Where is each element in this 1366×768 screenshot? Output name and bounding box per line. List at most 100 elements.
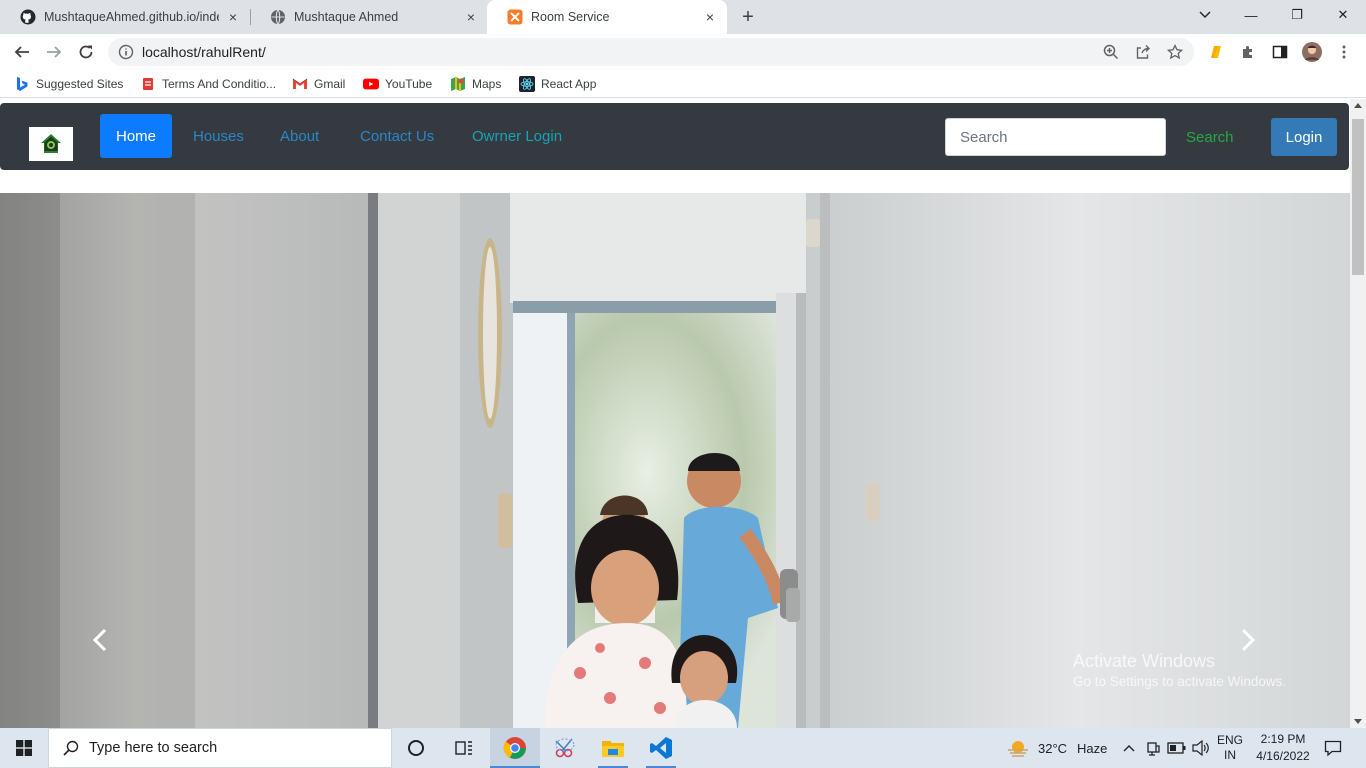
tab-title: MushtaqueAhmed.github.io/inde: [44, 10, 219, 24]
profile-avatar[interactable]: [1302, 42, 1322, 62]
browser-toolbar: localhost/rahulRent/: [0, 34, 1366, 70]
close-window-button[interactable]: ✕: [1320, 0, 1366, 30]
battery-icon[interactable]: [1166, 728, 1188, 768]
tab-title: Mushtaque Ahmed: [294, 10, 399, 24]
side-panel-icon[interactable]: [1272, 44, 1288, 60]
carousel-prev-arrow-icon[interactable]: [90, 625, 110, 655]
bookmark-suggested-sites[interactable]: Suggested Sites: [14, 75, 123, 93]
taskbar-chrome-icon[interactable]: [490, 728, 540, 768]
minimize-button[interactable]: —: [1228, 0, 1274, 30]
bookmark-maps[interactable]: Maps: [450, 75, 501, 93]
bookmark-gmail[interactable]: Gmail: [292, 75, 345, 93]
back-button[interactable]: [10, 40, 34, 64]
activate-windows-watermark: Activate Windows Go to Settings to activ…: [1073, 650, 1286, 692]
url-text: localhost/rahulRent/: [142, 44, 266, 60]
browser-tab-github[interactable]: MushtaqueAhmed.github.io/inde ×: [0, 0, 250, 34]
watermark-subtitle: Go to Settings to activate Windows.: [1073, 674, 1287, 689]
weather-haze-icon: [1006, 738, 1030, 758]
gmail-icon: [292, 76, 308, 92]
bookmark-label: YouTube: [385, 77, 433, 91]
weather-condition: Haze: [1077, 740, 1108, 756]
address-bar[interactable]: localhost/rahulRent/: [108, 38, 1194, 66]
taskbar-clock[interactable]: 2:19 PM 4/16/2022: [1250, 728, 1316, 768]
weather-temp: 32°C: [1038, 740, 1068, 756]
page-viewport: Home Houses About Contact Us Owrner Logi…: [0, 99, 1350, 728]
extensions-puzzle-icon[interactable]: [1240, 44, 1256, 60]
notifications-icon[interactable]: [1322, 728, 1344, 768]
nav-home-link[interactable]: Home: [100, 114, 173, 158]
lang-code: ENG: [1216, 733, 1243, 747]
hero-image-family-entering-home: [0, 193, 1350, 728]
clock-time: 2:19 PM: [1260, 732, 1306, 746]
scroll-up-arrow-icon[interactable]: [1354, 103, 1362, 108]
tray-overflow-chevron-icon[interactable]: [1120, 728, 1138, 768]
bookmark-label: React App: [541, 77, 597, 91]
taskbar-vscode-icon[interactable]: [638, 728, 684, 768]
scrollbar-thumb[interactable]: [1352, 119, 1364, 275]
browser-tab-strip: MushtaqueAhmed.github.io/inde × Mushtaqu…: [0, 0, 1366, 34]
maps-icon: [450, 76, 466, 92]
reload-button[interactable]: [74, 40, 98, 64]
browser-tab-room-service[interactable]: Room Service ×: [487, 0, 727, 34]
login-button[interactable]: Login: [1271, 118, 1337, 156]
page-scrollbar[interactable]: [1350, 99, 1366, 728]
windows-taskbar: Type here to search 32°C Haze ENG IN 2:1…: [0, 728, 1366, 768]
bookmark-star-icon[interactable]: [1167, 44, 1183, 60]
tab-search-chevron-icon[interactable]: [1182, 0, 1228, 30]
browser-menu-icon[interactable]: [1336, 44, 1352, 60]
bookmark-label: Maps: [472, 77, 502, 91]
share-icon[interactable]: [1135, 44, 1151, 60]
site-search-input[interactable]: [945, 118, 1166, 156]
new-tab-button[interactable]: +: [738, 7, 758, 27]
bookmark-label: Suggested Sites: [36, 77, 124, 91]
extension-badge-icon[interactable]: [1207, 44, 1223, 60]
browser-tab-mushtaque[interactable]: Mushtaque Ahmed ×: [250, 0, 488, 34]
nav-contact-link[interactable]: Contact Us: [344, 114, 450, 158]
page-icon: [140, 76, 156, 92]
network-icon[interactable]: [1144, 728, 1162, 768]
bookmark-terms[interactable]: Terms And Conditio...: [140, 75, 276, 93]
github-icon: [20, 9, 36, 25]
task-view-icon[interactable]: [444, 728, 484, 768]
close-tab-icon[interactable]: ×: [464, 10, 478, 24]
site-logo[interactable]: [29, 127, 73, 161]
taskbar-file-explorer-icon[interactable]: [590, 728, 636, 768]
house-logo-icon: [41, 134, 61, 153]
input-language-indicator[interactable]: ENG IN: [1216, 728, 1244, 768]
bookmarks-bar: Suggested Sites Terms And Conditio... Gm…: [0, 70, 1366, 98]
bookmark-react-app[interactable]: React App: [519, 75, 596, 93]
watermark-title: Activate Windows: [1073, 651, 1216, 671]
nav-houses-link[interactable]: Houses: [177, 114, 260, 158]
taskbar-search-box[interactable]: Type here to search: [48, 728, 392, 768]
nav-about-link[interactable]: About: [264, 114, 335, 158]
search-button[interactable]: Search: [1176, 118, 1260, 156]
site-info-icon[interactable]: [118, 44, 134, 60]
nav-owner-login-link[interactable]: Owrner Login: [456, 114, 578, 158]
site-navbar: Home Houses About Contact Us Owrner Logi…: [0, 103, 1349, 170]
zoom-icon[interactable]: [1103, 44, 1119, 60]
windows-start-icon[interactable]: [0, 728, 48, 768]
scroll-down-arrow-icon[interactable]: [1354, 719, 1362, 724]
lang-region: IN: [1224, 748, 1236, 762]
tab-title: Room Service: [531, 10, 610, 24]
restore-button[interactable]: ❐: [1274, 0, 1320, 30]
close-tab-icon[interactable]: ×: [226, 10, 240, 24]
taskbar-search-placeholder: Type here to search: [89, 740, 218, 756]
youtube-icon: [363, 76, 379, 92]
globe-icon: [270, 9, 286, 25]
search-icon: [63, 740, 79, 756]
weather-widget[interactable]: 32°C Haze: [1006, 728, 1107, 768]
hero-carousel: [0, 193, 1350, 728]
bookmark-label: Gmail: [314, 77, 346, 91]
cortana-icon[interactable]: [396, 728, 436, 768]
close-tab-icon[interactable]: ×: [703, 10, 717, 24]
xampp-icon: [507, 9, 523, 25]
taskbar-snipping-icon[interactable]: [542, 728, 588, 768]
bing-icon: [14, 76, 30, 92]
clock-date: 4/16/2022: [1256, 749, 1310, 763]
react-icon: [519, 76, 535, 92]
bookmark-youtube[interactable]: YouTube: [363, 75, 432, 93]
forward-button[interactable]: [42, 40, 66, 64]
bookmark-label: Terms And Conditio...: [162, 77, 277, 91]
volume-icon[interactable]: [1190, 728, 1212, 768]
